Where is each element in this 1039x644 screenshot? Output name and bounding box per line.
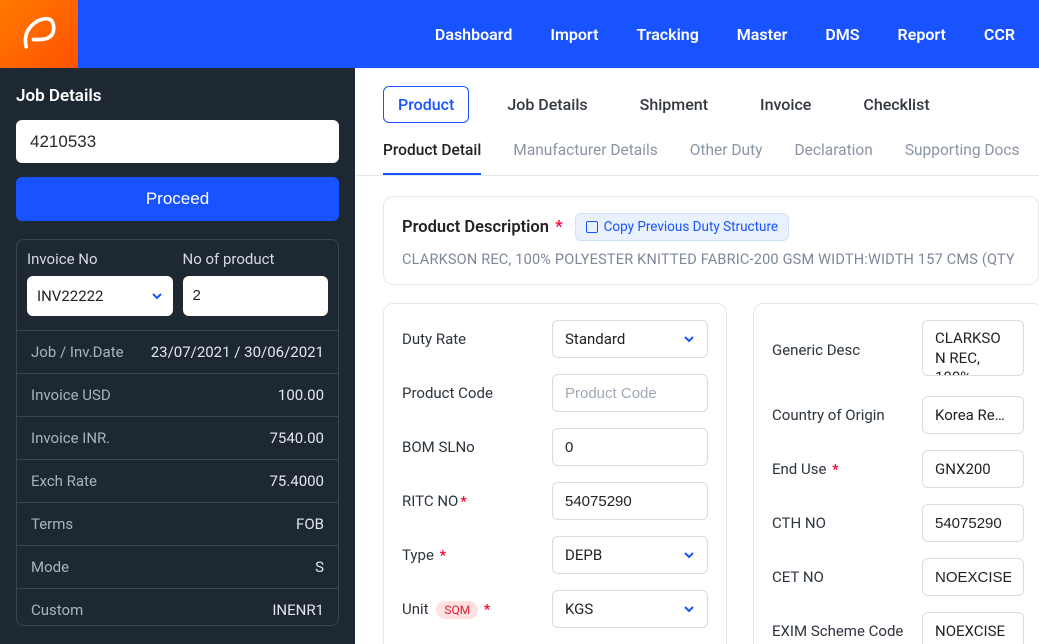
cth-no-input[interactable] <box>922 504 1024 542</box>
tab-invoice[interactable]: Invoice <box>746 87 825 122</box>
row-value: 23/07/2021 / 30/06/2021 <box>151 343 324 361</box>
country-origin-label: Country of Origin <box>772 406 922 424</box>
row-label: Invoice INR. <box>31 429 110 447</box>
primary-tabs: Product Job Details Shipment Invoice Che… <box>355 68 1039 123</box>
type-label: Type * <box>402 546 552 564</box>
chevron-down-icon <box>683 333 695 345</box>
row-label: Custom <box>31 601 83 619</box>
subtab-manufacturer[interactable]: Manufacturer Details <box>513 141 657 175</box>
ritc-no-input[interactable] <box>552 482 708 520</box>
row-label: Invoice USD <box>31 386 111 404</box>
nav-report[interactable]: Report <box>898 25 946 44</box>
generic-desc-input[interactable]: CLARKSON REC, 100% POLYESTER KNITTED FAB… <box>922 320 1024 376</box>
cet-no-label: CET NO <box>772 568 922 586</box>
tab-job-details[interactable]: Job Details <box>493 87 601 122</box>
duty-rate-select[interactable]: Standard <box>552 320 708 358</box>
exim-scheme-1-select[interactable]: NOEXCISE <box>922 612 1024 644</box>
product-code-label: Product Code <box>402 384 552 402</box>
country-origin-select[interactable]: Korea Rebublic of <box>922 396 1024 434</box>
row-label: Exch Rate <box>31 472 97 490</box>
row-label: Terms <box>31 515 73 533</box>
tab-product[interactable]: Product <box>383 86 469 123</box>
row-value: 7540.00 <box>269 429 324 447</box>
generic-desc-label: Generic Desc <box>772 341 922 359</box>
unit-select[interactable]: KGS <box>552 590 708 628</box>
end-use-label: End Use * <box>772 460 922 478</box>
top-nav: Dashboard Import Tracking Master DMS Rep… <box>78 25 1039 44</box>
chevron-down-icon <box>151 290 163 302</box>
nav-master[interactable]: Master <box>737 25 788 44</box>
ritc-no-label: RITC NO* <box>402 492 552 510</box>
bom-slno-label: BOM SLNo <box>402 438 552 456</box>
proceed-button[interactable]: Proceed <box>16 177 339 220</box>
checkbox-icon <box>586 221 598 233</box>
invoice-no-select[interactable]: INV22222 <box>27 276 173 316</box>
row-value: 75.4000 <box>269 472 324 490</box>
left-form: Duty Rate Standard Product Code BOM SLNo <box>383 303 727 644</box>
main-panel: Product Job Details Shipment Invoice Che… <box>355 68 1039 644</box>
row-value: INENR1 <box>272 601 324 619</box>
subtab-product-detail[interactable]: Product Detail <box>383 141 481 175</box>
chevron-down-icon <box>683 603 695 615</box>
copy-previous-duty-button[interactable]: Copy Previous Duty Structure <box>575 213 790 241</box>
row-value: S <box>315 558 324 576</box>
subtab-declaration[interactable]: Declaration <box>794 141 872 175</box>
type-select[interactable]: DEPB <box>552 536 708 574</box>
subtab-supporting-docs[interactable]: Supporting Docs <box>905 141 1020 175</box>
no-of-product-input[interactable] <box>183 276 329 316</box>
cth-no-label: CTH NO <box>772 514 922 532</box>
product-description-text: CLARKSON REC, 100% POLYESTER KNITTED FAB… <box>402 251 1020 268</box>
nav-ccr[interactable]: CCR <box>984 25 1015 44</box>
right-form: Generic Desc CLARKSON REC, 100% POLYESTE… <box>753 303 1039 644</box>
row-label: Job / Inv.Date <box>31 343 124 361</box>
end-use-select[interactable]: GNX200 <box>922 450 1024 488</box>
row-value: 100.00 <box>278 386 324 404</box>
no-of-product-label: No of product <box>183 250 329 268</box>
tab-shipment[interactable]: Shipment <box>626 87 722 122</box>
row-label: Mode <box>31 558 69 576</box>
row-value: FOB <box>296 515 324 533</box>
tab-checklist[interactable]: Checklist <box>849 87 943 122</box>
product-description-title: Product Description * <box>402 218 563 237</box>
nav-import[interactable]: Import <box>550 25 598 44</box>
nav-dms[interactable]: DMS <box>825 25 859 44</box>
nav-dashboard[interactable]: Dashboard <box>435 25 512 44</box>
product-code-input[interactable] <box>552 374 708 412</box>
sidebar-panel: Invoice No INV22222 No of product Job / … <box>16 239 339 626</box>
sidebar-title: Job Details <box>16 86 339 106</box>
unit-label: Unit SQM * <box>402 600 552 619</box>
secondary-tabs: Product Detail Manufacturer Details Othe… <box>355 123 1039 176</box>
logo <box>0 0 78 68</box>
job-number-input[interactable] <box>16 120 339 163</box>
bom-slno-input[interactable] <box>552 428 708 466</box>
product-description-card: Product Description * Copy Previous Duty… <box>383 196 1039 285</box>
chevron-down-icon <box>683 549 695 561</box>
invoice-no-label: Invoice No <box>27 250 173 268</box>
exim-scheme-1-label: EXIM Scheme Code <box>772 622 922 640</box>
cet-no-input[interactable] <box>922 558 1024 596</box>
duty-rate-label: Duty Rate <box>402 330 552 348</box>
nav-tracking[interactable]: Tracking <box>636 25 698 44</box>
sqm-badge: SQM <box>436 601 478 619</box>
top-bar: Dashboard Import Tracking Master DMS Rep… <box>0 0 1039 68</box>
subtab-other-duty[interactable]: Other Duty <box>690 141 763 175</box>
sidebar: Job Details Proceed Invoice No INV22222 … <box>0 68 355 644</box>
